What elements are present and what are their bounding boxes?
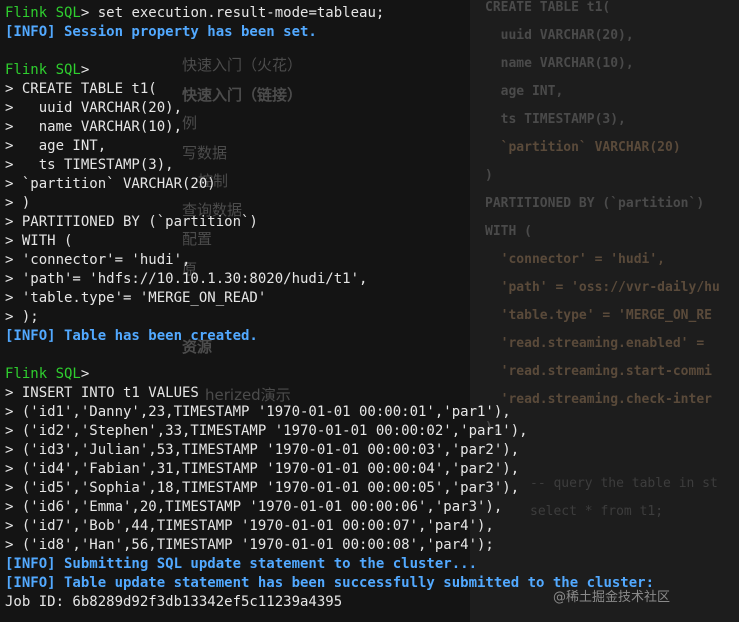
create-line: > WITH (	[5, 233, 73, 249]
prompt-suffix: >	[80, 366, 90, 382]
prompt-line: Flink SQL>	[5, 365, 89, 384]
create-line: > CREATE TABLE t1(	[5, 81, 157, 97]
insert-line: > ('id3','Julian',53,TIMESTAMP '1970-01-…	[5, 442, 520, 458]
prompt-suffix: >	[80, 62, 90, 78]
prompt-line: Flink SQL> set execution.result-mode=tab…	[5, 4, 384, 23]
insert-line: > ('id4','Fabian',31,TIMESTAMP '1970-01-…	[5, 461, 520, 477]
create-line: > uuid VARCHAR(20),	[5, 100, 183, 116]
create-line: > `partition` VARCHAR(20)	[5, 176, 216, 192]
create-line: > 'connector'= 'hudi',	[5, 252, 191, 268]
job-id: Job ID: 6b8289d92f3db13342ef5c11239a4395	[5, 594, 343, 610]
create-line: > )	[5, 195, 31, 211]
prompt-line: Flink SQL>	[5, 61, 89, 80]
insert-line: > ('id8','Han',56,TIMESTAMP '1970-01-01 …	[5, 537, 494, 553]
prompt: Flink SQL	[5, 62, 81, 78]
create-line: > age INT,	[5, 138, 107, 154]
insert-line: > ('id5','Sophia',18,TIMESTAMP '1970-01-…	[5, 480, 520, 496]
insert-line: > INSERT INTO t1 VALUES	[5, 385, 199, 401]
insert-line: > ('id1','Danny',23,TIMESTAMP '1970-01-0…	[5, 404, 511, 420]
create-line: > ts TIMESTAMP(3),	[5, 157, 174, 173]
insert-line: > ('id6','Emma',20,TIMESTAMP '1970-01-01…	[5, 499, 503, 515]
create-line: > PARTITIONED BY (`partition`)	[5, 214, 258, 230]
insert-line: > ('id2','Stephen',33,TIMESTAMP '1970-01…	[5, 423, 528, 439]
terminal-output[interactable]: Flink SQL> set execution.result-mode=tab…	[0, 0, 739, 622]
info-message: [INFO] Submitting SQL update statement t…	[5, 556, 478, 572]
prompt: Flink SQL	[5, 5, 81, 21]
info-message: [INFO] Table has been created.	[5, 328, 258, 344]
create-line: > 'table.type'= 'MERGE_ON_READ'	[5, 290, 267, 306]
watermark: @稀土掘金技术社区	[553, 590, 671, 605]
insert-line: > ('id7','Bob',44,TIMESTAMP '1970-01-01 …	[5, 518, 494, 534]
command: set execution.result-mode=tableau;	[89, 5, 385, 21]
create-line: > 'path'= 'hdfs://10.10.1.30:8020/hudi/t…	[5, 271, 368, 287]
create-line: > );	[5, 309, 39, 325]
prompt: Flink SQL	[5, 366, 81, 382]
info-message: [INFO] Session property has been set.	[5, 24, 317, 40]
create-line: > name VARCHAR(10),	[5, 119, 183, 135]
